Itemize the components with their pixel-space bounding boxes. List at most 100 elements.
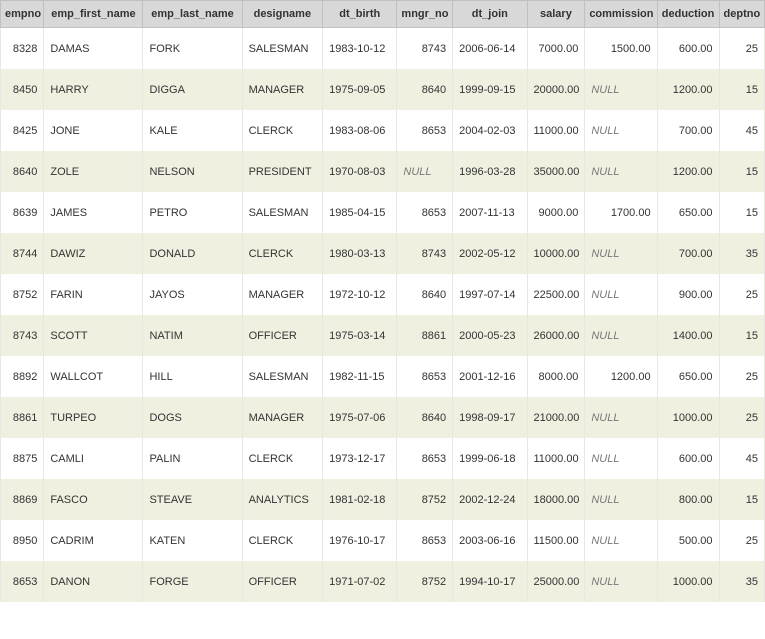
cell-deduction: 600.00 (657, 438, 719, 479)
cell-first-name: FASCO (44, 479, 143, 520)
cell-designame: SALESMAN (242, 28, 323, 70)
col-header-salary[interactable]: salary (527, 1, 585, 28)
cell-commission: NULL (585, 479, 657, 520)
cell-last-name: DONALD (143, 233, 242, 274)
cell-mngr-no: NULL (397, 151, 453, 192)
cell-mngr-no: 8752 (397, 479, 453, 520)
col-header-designame[interactable]: designame (242, 1, 323, 28)
cell-first-name: JAMES (44, 192, 143, 233)
table-row[interactable]: 8950CADRIMKATENCLERCK1976-10-1786532003-… (1, 520, 765, 561)
table-row[interactable]: 8639JAMESPETROSALESMAN1985-04-1586532007… (1, 192, 765, 233)
cell-deduction: 700.00 (657, 233, 719, 274)
cell-commission: NULL (585, 438, 657, 479)
col-header-deptno[interactable]: deptno (719, 1, 764, 28)
cell-designame: OFFICER (242, 561, 323, 602)
cell-last-name: FORK (143, 28, 242, 70)
table-row[interactable]: 8450HARRYDIGGAMANAGER1975-09-0586401999-… (1, 69, 765, 110)
cell-empno: 8892 (1, 356, 44, 397)
cell-mngr-no: 8743 (397, 233, 453, 274)
cell-dt-birth: 1975-09-05 (323, 69, 397, 110)
cell-first-name: WALLCOT (44, 356, 143, 397)
cell-deduction: 500.00 (657, 520, 719, 561)
cell-salary: 10000.00 (527, 233, 585, 274)
table-row[interactable]: 8425JONEKALECLERCK1983-08-0686532004-02-… (1, 110, 765, 151)
cell-designame: MANAGER (242, 274, 323, 315)
cell-commission: NULL (585, 233, 657, 274)
table-row[interactable]: 8861TURPEODOGSMANAGER1975-07-0686401998-… (1, 397, 765, 438)
col-header-mngr-no[interactable]: mngr_no (397, 1, 453, 28)
cell-dt-join: 1999-06-18 (453, 438, 527, 479)
cell-last-name: STEAVE (143, 479, 242, 520)
cell-designame: CLERCK (242, 438, 323, 479)
table-row[interactable]: 8640ZOLENELSONPRESIDENT1970-08-03NULL199… (1, 151, 765, 192)
cell-first-name: FARIN (44, 274, 143, 315)
cell-dt-join: 1994-10-17 (453, 561, 527, 602)
cell-mngr-no: 8640 (397, 69, 453, 110)
cell-last-name: KATEN (143, 520, 242, 561)
table-row[interactable]: 8328DAMASFORKSALESMAN1983-10-1287432006-… (1, 28, 765, 70)
cell-first-name: TURPEO (44, 397, 143, 438)
cell-deptno: 45 (719, 438, 764, 479)
col-header-dt-birth[interactable]: dt_birth (323, 1, 397, 28)
cell-mngr-no: 8743 (397, 28, 453, 70)
cell-mngr-no: 8640 (397, 274, 453, 315)
cell-deptno: 25 (719, 274, 764, 315)
col-header-last-name[interactable]: emp_last_name (143, 1, 242, 28)
table-row[interactable]: 8752FARINJAYOSMANAGER1972-10-1286401997-… (1, 274, 765, 315)
table-row[interactable]: 8653DANONFORGEOFFICER1971-07-0287521994-… (1, 561, 765, 602)
cell-deptno: 45 (719, 110, 764, 151)
col-header-dt-join[interactable]: dt_join (453, 1, 527, 28)
cell-first-name: DAMAS (44, 28, 143, 70)
cell-dt-birth: 1975-07-06 (323, 397, 397, 438)
cell-salary: 9000.00 (527, 192, 585, 233)
cell-salary: 8000.00 (527, 356, 585, 397)
col-header-deduction[interactable]: deduction (657, 1, 719, 28)
cell-deduction: 900.00 (657, 274, 719, 315)
cell-salary: 26000.00 (527, 315, 585, 356)
table-header-row: empno emp_first_name emp_last_name desig… (1, 1, 765, 28)
cell-salary: 35000.00 (527, 151, 585, 192)
cell-salary: 22500.00 (527, 274, 585, 315)
col-header-first-name[interactable]: emp_first_name (44, 1, 143, 28)
cell-mngr-no: 8861 (397, 315, 453, 356)
cell-dt-birth: 1975-03-14 (323, 315, 397, 356)
cell-empno: 8875 (1, 438, 44, 479)
col-header-commission[interactable]: commission (585, 1, 657, 28)
cell-commission: 1700.00 (585, 192, 657, 233)
cell-deduction: 1000.00 (657, 561, 719, 602)
cell-dt-birth: 1970-08-03 (323, 151, 397, 192)
cell-commission: NULL (585, 397, 657, 438)
cell-last-name: DIGGA (143, 69, 242, 110)
cell-empno: 8450 (1, 69, 44, 110)
table-row[interactable]: 8869FASCOSTEAVEANALYTICS1981-02-18875220… (1, 479, 765, 520)
cell-dt-birth: 1985-04-15 (323, 192, 397, 233)
cell-first-name: ZOLE (44, 151, 143, 192)
cell-designame: CLERCK (242, 110, 323, 151)
table-row[interactable]: 8743SCOTTNATIMOFFICER1975-03-1488612000-… (1, 315, 765, 356)
cell-designame: MANAGER (242, 69, 323, 110)
cell-mngr-no: 8653 (397, 438, 453, 479)
cell-mngr-no: 8653 (397, 110, 453, 151)
cell-dt-birth: 1976-10-17 (323, 520, 397, 561)
cell-dt-join: 2007-11-13 (453, 192, 527, 233)
cell-dt-join: 2003-06-16 (453, 520, 527, 561)
cell-first-name: JONE (44, 110, 143, 151)
table-row[interactable]: 8892WALLCOTHILLSALESMAN1982-11-158653200… (1, 356, 765, 397)
cell-empno: 8425 (1, 110, 44, 151)
col-header-empno[interactable]: empno (1, 1, 44, 28)
cell-first-name: CAMLI (44, 438, 143, 479)
cell-deptno: 15 (719, 479, 764, 520)
cell-empno: 8640 (1, 151, 44, 192)
cell-empno: 8752 (1, 274, 44, 315)
table-row[interactable]: 8875CAMLIPALINCLERCK1973-12-1786531999-0… (1, 438, 765, 479)
table-row[interactable]: 8744DAWIZDONALDCLERCK1980-03-1387432002-… (1, 233, 765, 274)
cell-empno: 8639 (1, 192, 44, 233)
cell-deptno: 25 (719, 28, 764, 70)
cell-deptno: 15 (719, 315, 764, 356)
cell-dt-birth: 1983-08-06 (323, 110, 397, 151)
cell-empno: 8744 (1, 233, 44, 274)
cell-designame: SALESMAN (242, 356, 323, 397)
cell-dt-join: 2001-12-16 (453, 356, 527, 397)
cell-dt-birth: 1982-11-15 (323, 356, 397, 397)
cell-dt-birth: 1972-10-12 (323, 274, 397, 315)
